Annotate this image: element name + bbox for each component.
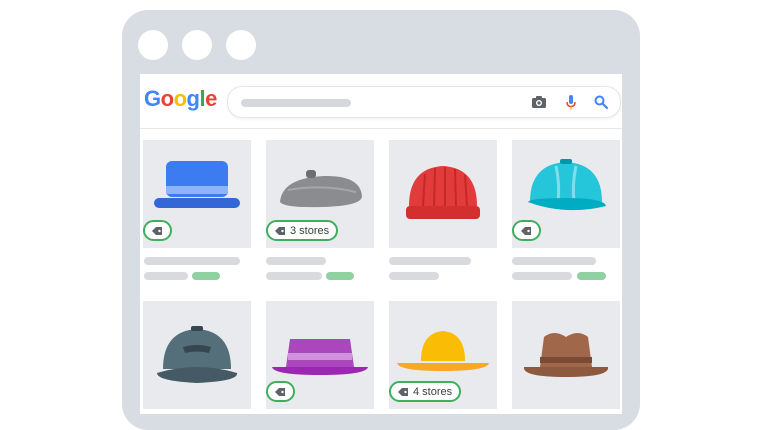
price-placeholder [192,272,220,280]
product-card[interactable]: 4 stores [389,301,497,409]
product-card[interactable] [143,140,251,248]
price-tag-badge[interactable] [143,220,172,241]
tag-icon [275,387,285,396]
window-control-dot[interactable] [226,30,256,60]
title-placeholder [144,257,240,265]
stores-count: 4 stores [413,385,453,398]
page-content: Google 3 stores 4 stores [140,74,622,414]
window-control-dot[interactable] [138,30,168,60]
price-tag-badge[interactable]: 3 stores [266,220,339,241]
product-card[interactable] [389,140,497,248]
tag-icon [398,387,408,396]
price-tag-badge[interactable] [512,220,541,241]
logo-letter: G [144,86,161,111]
price-placeholder [577,272,606,280]
stores-count: 3 stores [290,224,330,237]
window-control-dot[interactable] [182,30,212,60]
search-header: Google [140,74,622,129]
title-placeholder [512,257,596,265]
tag-icon [275,226,285,235]
google-logo[interactable]: Google [144,86,217,112]
subtitle-placeholder [389,272,439,280]
microphone-icon[interactable] [562,93,580,111]
price-tag-badge[interactable] [266,381,295,402]
subtitle-placeholder [512,272,572,280]
brown-fedora-image [523,333,609,377]
product-card[interactable]: 3 stores [266,140,374,248]
tag-icon [152,226,162,235]
search-icon[interactable] [592,93,610,111]
logo-letter: e [205,86,217,111]
camera-icon[interactable] [530,93,548,111]
red-beanie-image [406,166,480,219]
logo-letter: o [173,86,187,111]
product-card[interactable] [143,301,251,409]
search-input[interactable] [241,99,351,107]
title-placeholder [266,257,326,265]
logo-letter: g [186,86,200,111]
product-card[interactable] [266,301,374,409]
slate-cap-image [157,326,238,383]
subtitle-placeholder [144,272,188,280]
tag-icon [521,226,531,235]
subtitle-placeholder [266,272,322,280]
price-tag-badge[interactable]: 4 stores [389,381,462,402]
price-placeholder [326,272,354,280]
product-card[interactable] [512,140,620,248]
search-bar[interactable] [227,86,621,118]
title-placeholder [389,257,471,265]
logo-letter: o [160,86,174,111]
product-card[interactable] [512,301,620,409]
